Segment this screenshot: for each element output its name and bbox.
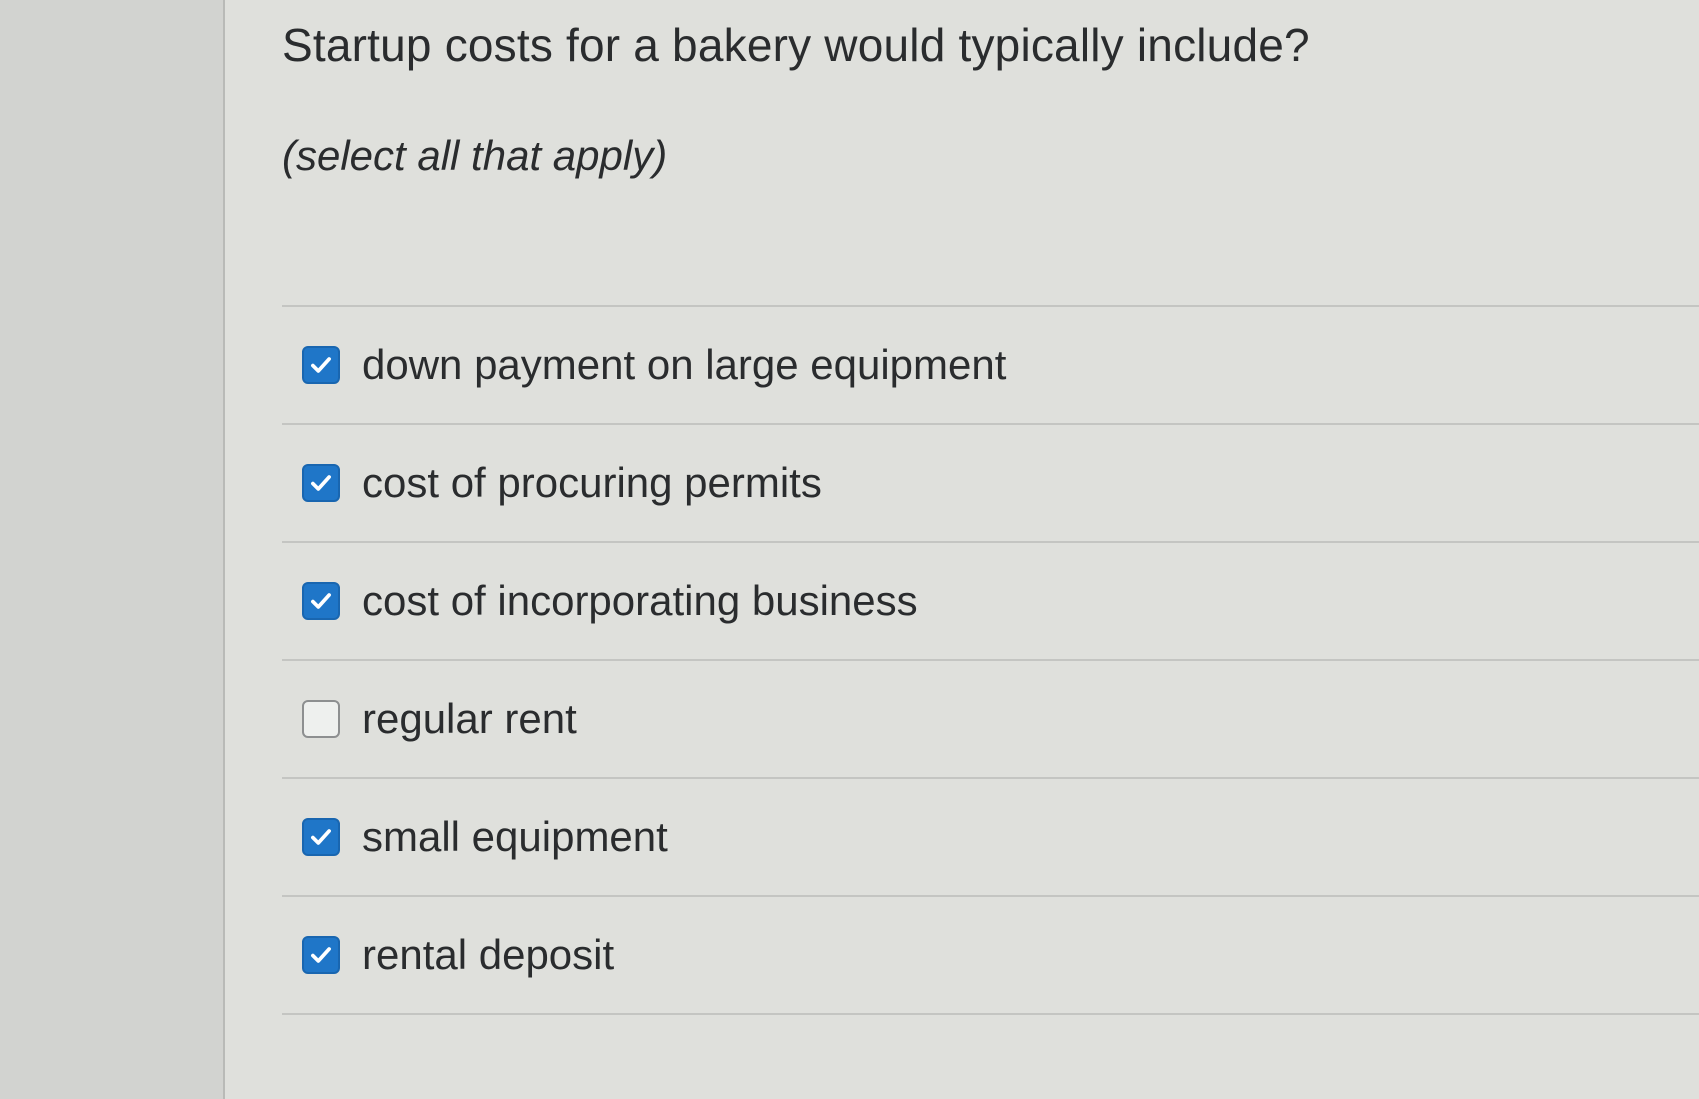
option-row[interactable]: small equipment: [282, 779, 1699, 897]
option-row[interactable]: rental deposit: [282, 897, 1699, 1015]
option-label[interactable]: rental deposit: [362, 931, 614, 979]
option-row[interactable]: down payment on large equipment: [282, 307, 1699, 425]
checkmark-icon: [311, 947, 331, 963]
option-row[interactable]: regular rent: [282, 661, 1699, 779]
option-checkbox[interactable]: [302, 346, 340, 384]
left-gutter: [0, 0, 223, 1099]
answer-options: down payment on large equipment cost of …: [282, 305, 1699, 1015]
option-label[interactable]: small equipment: [362, 813, 668, 861]
option-row[interactable]: cost of incorporating business: [282, 543, 1699, 661]
option-label[interactable]: regular rent: [362, 695, 577, 743]
question-instruction: (select all that apply): [282, 132, 668, 179]
option-row[interactable]: cost of procuring permits: [282, 425, 1699, 543]
option-checkbox[interactable]: [302, 700, 340, 738]
option-label[interactable]: cost of incorporating business: [362, 577, 918, 625]
question-title: Startup costs for a bakery would typical…: [282, 19, 1310, 71]
question-panel: Startup costs for a bakery would typical…: [223, 0, 1699, 1099]
option-checkbox[interactable]: [302, 818, 340, 856]
option-checkbox[interactable]: [302, 464, 340, 502]
option-checkbox[interactable]: [302, 582, 340, 620]
checkmark-icon: [311, 593, 331, 609]
option-label[interactable]: down payment on large equipment: [362, 341, 1006, 389]
option-label[interactable]: cost of procuring permits: [362, 459, 822, 507]
option-checkbox[interactable]: [302, 936, 340, 974]
checkmark-icon: [311, 829, 331, 845]
checkmark-icon: [311, 357, 331, 373]
checkmark-icon: [311, 475, 331, 491]
